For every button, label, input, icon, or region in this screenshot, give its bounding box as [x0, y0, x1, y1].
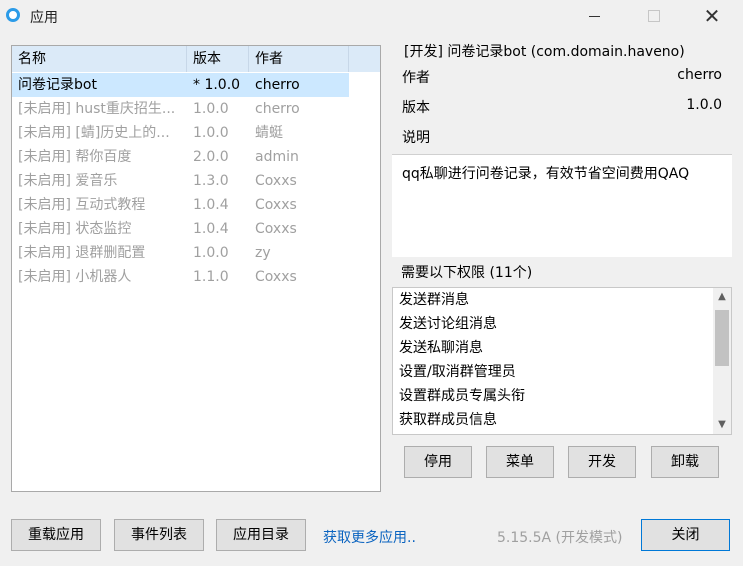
app-name-cell: [未启用] 帮你百度 [18, 149, 132, 165]
app-author-cell: cherro [255, 101, 300, 117]
app-name-cell: [未启用] 小机器人 [18, 269, 132, 285]
app-name-cell: [未启用] [蜻]历史上的... [18, 125, 170, 141]
app-version-cell: * 1.0.0 [193, 77, 241, 93]
close-icon: ✕ [703, 4, 721, 28]
scroll-down-icon[interactable]: ▼ [713, 416, 731, 434]
column-header-author[interactable]: 作者 [249, 46, 349, 72]
app-author-cell: 蜻蜓 [255, 125, 283, 141]
app-author-cell: Coxxs [255, 197, 297, 213]
window-title: 应用 [30, 10, 58, 26]
author-label: 作者 [402, 70, 430, 86]
app-author-cell: zy [255, 245, 271, 261]
permission-item: 发送私聊消息 [399, 340, 483, 356]
table-row[interactable]: [未启用] 小机器人 1.1.0 Coxxs [12, 265, 380, 289]
event-list-button[interactable]: 事件列表 [114, 519, 204, 551]
app-version-label: 5.15.5A (开发模式) [497, 530, 623, 546]
author-row: 作者 cherro [402, 67, 722, 87]
uninstall-button[interactable]: 卸载 [651, 446, 719, 478]
app-table[interactable]: 名称 版本 作者 问卷记录bot * 1.0.0 cherro [未启用] hust重… [11, 45, 381, 492]
dev-button[interactable]: 开发 [568, 446, 636, 478]
app-description: qq私聊进行问卷记录，有效节省空间费用QAQ [392, 154, 732, 257]
permissions-title: 需要以下权限 (11个) [401, 265, 533, 281]
app-author-cell: Coxxs [255, 269, 297, 285]
version-value: 1.0.0 [686, 97, 722, 113]
app-version-cell: 1.0.4 [193, 197, 229, 213]
app-name-cell: [未启用] 爱音乐 [18, 173, 118, 189]
description-row: 说明 [402, 127, 722, 147]
app-version-cell: 1.0.0 [193, 245, 229, 261]
permission-item: 获取群成员信息 [399, 412, 497, 428]
close-button[interactable]: 关闭 [641, 519, 730, 551]
app-version-cell: 1.1.0 [193, 269, 229, 285]
table-row[interactable]: [未启用] 状态监控 1.0.4 Coxxs [12, 217, 380, 241]
column-header-name[interactable]: 名称 [12, 46, 187, 72]
app-details-title: [开发] 问卷记录bot (com.domain.haveno) [402, 41, 687, 61]
table-header: 名称 版本 作者 [12, 46, 380, 72]
maximize-icon [648, 10, 660, 22]
permission-item: 设置/取消群管理员 [399, 364, 516, 380]
table-row[interactable]: [未启用] hust重庆招生... 1.0.0 cherro [12, 97, 380, 121]
app-version-cell: 1.0.4 [193, 221, 229, 237]
app-author-cell: Coxxs [255, 221, 297, 237]
menu-button[interactable]: 菜单 [486, 446, 554, 478]
app-version-cell: 1.0.0 [193, 101, 229, 117]
disable-button[interactable]: 停用 [404, 446, 472, 478]
app-name-cell: 问卷记录bot [18, 77, 97, 93]
scrollbar-thumb[interactable] [715, 310, 729, 366]
description-label: 说明 [402, 130, 430, 146]
table-row[interactable]: 问卷记录bot * 1.0.0 cherro [12, 73, 380, 97]
author-value: cherro [677, 67, 722, 83]
permissions-list[interactable]: 发送群消息发送讨论组消息 发送私聊消息设置/取消群管理员 设置群成员专属头衔 获取群成… [392, 287, 732, 435]
table-row[interactable]: [未启用] [蜻]历史上的... 1.0.0 蜻蜓 [12, 121, 380, 145]
scroll-up-icon[interactable]: ▲ [713, 288, 731, 306]
table-row[interactable]: [未启用] 爱音乐 1.3.0 Coxxs [12, 169, 380, 193]
version-label: 版本 [402, 100, 430, 116]
version-row: 版本 1.0.0 [402, 97, 722, 117]
app-author-cell: cherro [255, 77, 300, 93]
minimize-icon [588, 15, 600, 17]
close-window-button[interactable]: ✕ [689, 0, 735, 32]
app-directory-button[interactable]: 应用目录 [216, 519, 306, 551]
table-row[interactable]: [未启用] 互动式教程 1.0.4 Coxxs [12, 193, 380, 217]
app-name-cell: [未启用] 互动式教程 [18, 197, 146, 213]
permission-item: 设置群成员专属头衔 [399, 388, 525, 404]
table-row[interactable]: [未启用] 退群删配置 1.0.0 zy [12, 241, 380, 265]
get-more-apps-link[interactable]: 获取更多应用.. [323, 527, 416, 547]
app-name-cell: [未启用] 状态监控 [18, 221, 132, 237]
app-name-cell: [未启用] hust重庆招生... [18, 101, 176, 117]
permission-item: 发送群消息 [399, 292, 469, 308]
app-version-cell: 1.3.0 [193, 173, 229, 189]
app-name-cell: [未启用] 退群删配置 [18, 245, 146, 261]
app-author-cell: admin [255, 149, 299, 165]
column-header-version[interactable]: 版本 [187, 46, 249, 72]
minimize-button[interactable] [571, 0, 617, 32]
permission-item: 发送讨论组消息 [399, 316, 497, 332]
maximize-button[interactable] [631, 0, 677, 32]
app-version-cell: 2.0.0 [193, 149, 229, 165]
app-author-cell: Coxxs [255, 173, 297, 189]
permissions-scrollbar[interactable]: ▲ ▼ [713, 288, 731, 434]
app-logo-icon [6, 8, 20, 22]
table-row[interactable]: [未启用] 帮你百度 2.0.0 admin [12, 145, 380, 169]
title-bar: 应用 ✕ [0, 0, 743, 32]
reload-apps-button[interactable]: 重载应用 [11, 519, 101, 551]
app-version-cell: 1.0.0 [193, 125, 229, 141]
app-details-group: [开发] 问卷记录bot (com.domain.haveno) 作者 cher… [392, 41, 732, 154]
